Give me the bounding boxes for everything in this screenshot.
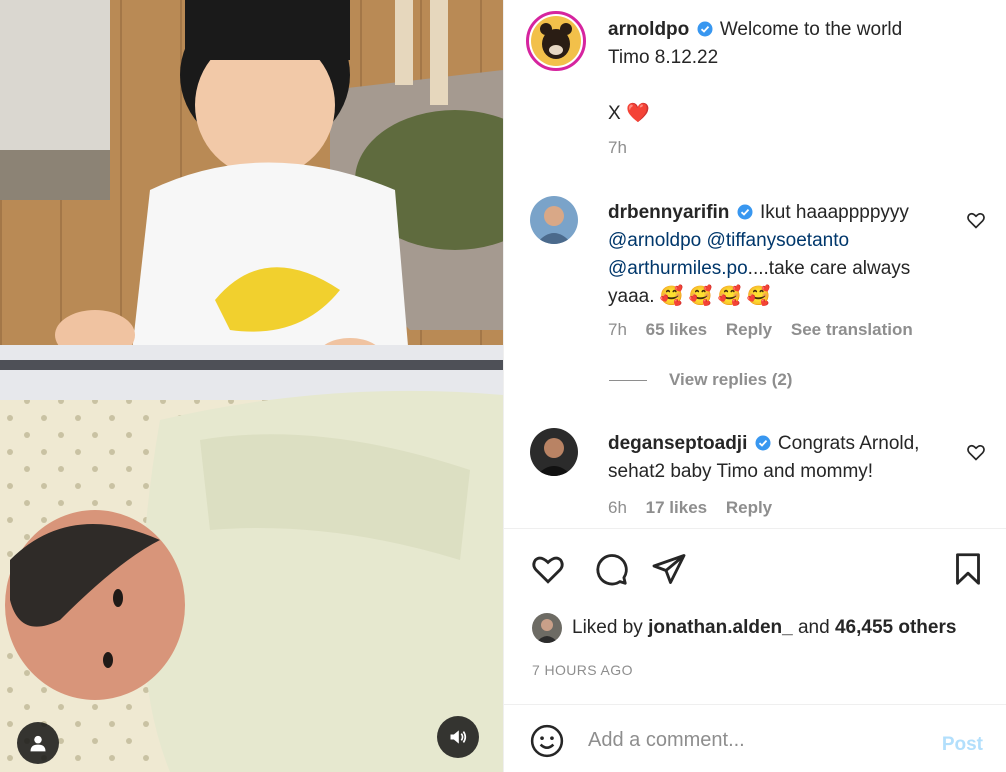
person-avatar-icon <box>530 428 578 476</box>
liker-avatar[interactable] <box>532 613 562 643</box>
comment-composer: Post <box>504 704 1006 772</box>
sound-toggle-button[interactable] <box>437 716 479 758</box>
caption-line2: Timo 8.12.22 <box>608 47 719 68</box>
reply-button[interactable]: Reply <box>726 498 772 517</box>
comment-item: deganseptoadji Congrats Arnold, sehat2 b… <box>530 428 990 528</box>
author-username[interactable]: arnoldpo <box>608 19 689 40</box>
comment-intro: Ikut haaappppyyy <box>759 202 909 223</box>
person-avatar-icon <box>532 613 562 643</box>
person-avatar-icon <box>530 196 578 244</box>
emoji-icon[interactable] <box>530 724 564 758</box>
verified-badge-icon <box>737 204 753 220</box>
liked-by-and: and <box>797 617 830 638</box>
caption-line3: X <box>608 103 621 124</box>
comment-end: yaaa. 🥰 🥰 🥰 🥰 <box>608 286 771 307</box>
verified-badge-icon <box>697 21 713 37</box>
mention-link[interactable]: @tiffanysoetanto <box>707 230 850 251</box>
comment-likes-count[interactable]: 65 likes <box>646 320 707 339</box>
comment-text: drbennyarifin Ikut haaappppyyy @arnoldpo… <box>608 199 958 311</box>
caption-meta: 7h <box>608 138 641 158</box>
post-actions: Liked by jonathan.alden_ and 46,455 othe… <box>504 528 1006 704</box>
liked-by-prefix: Liked by <box>572 617 643 638</box>
comment-outro: ....take care always <box>747 258 911 279</box>
author-avatar[interactable] <box>526 11 586 71</box>
likes-summary: Liked by jonathan.alden_ and 46,455 othe… <box>532 613 956 643</box>
divider <box>609 379 647 381</box>
comment-meta: 6h 17 likes Reply <box>608 498 786 518</box>
speaker-icon <box>450 730 467 744</box>
post-photo <box>0 0 503 772</box>
post-media[interactable] <box>0 0 503 772</box>
like-comment-heart-icon[interactable] <box>966 210 986 230</box>
view-replies-button[interactable]: View replies (2) <box>609 370 792 390</box>
user-tag-icon <box>30 735 46 752</box>
caption-time: 7h <box>608 138 627 157</box>
commenter-avatar[interactable] <box>530 428 578 476</box>
mention-link[interactable]: @arthurmiles.po <box>608 258 748 279</box>
caption-line1: Welcome to the world <box>719 19 903 40</box>
bear-avatar-icon <box>531 16 581 66</box>
heart-icon[interactable] <box>530 551 566 587</box>
comment-meta: 7h 65 likes Reply See translation <box>608 320 927 340</box>
like-comment-heart-icon[interactable] <box>966 442 986 462</box>
comment-input[interactable] <box>588 723 908 757</box>
caption-text: arnoldpo Welcome to the world Timo 8.12.… <box>608 16 958 128</box>
post-timestamp[interactable]: 7 HOURS AGO <box>532 662 633 678</box>
comment-line1: Congrats Arnold, <box>777 433 920 454</box>
verified-badge-icon <box>755 435 771 451</box>
share-icon[interactable] <box>651 551 687 587</box>
caption-heart-emoji: ❤️ <box>625 103 650 124</box>
post-comment-button[interactable]: Post <box>942 734 983 756</box>
comment-time: 7h <box>608 320 627 339</box>
tagged-users-button[interactable] <box>17 722 59 764</box>
mention-link[interactable]: @arnoldpo <box>608 230 701 251</box>
comment-line2: sehat2 baby Timo and mommy! <box>608 461 874 482</box>
view-replies-label: View replies (2) <box>669 370 793 389</box>
liker-username[interactable]: jonathan.alden_ <box>648 617 793 639</box>
post-caption: arnoldpo Welcome to the world Timo 8.12.… <box>526 11 990 163</box>
post-view: arnoldpo Welcome to the world Timo 8.12.… <box>0 0 1006 772</box>
bookmark-icon[interactable] <box>950 551 986 587</box>
commenter-avatar[interactable] <box>530 196 578 244</box>
see-translation-button[interactable]: See translation <box>791 320 913 339</box>
commenter-username[interactable]: drbennyarifin <box>608 202 729 223</box>
comments-list: arnoldpo Welcome to the world Timo 8.12.… <box>504 0 1006 528</box>
others-likes-link[interactable]: 46,455 others <box>835 617 956 639</box>
comment-icon[interactable] <box>593 551 629 587</box>
comment-likes-count[interactable]: 17 likes <box>646 498 707 517</box>
reply-button[interactable]: Reply <box>726 320 772 339</box>
comment-time: 6h <box>608 498 627 517</box>
post-details-panel: arnoldpo Welcome to the world Timo 8.12.… <box>503 0 1006 772</box>
comment-item: drbennyarifin Ikut haaappppyyy @arnoldpo… <box>530 196 990 346</box>
commenter-username[interactable]: deganseptoadji <box>608 433 747 454</box>
comment-text: deganseptoadji Congrats Arnold, sehat2 b… <box>608 430 958 486</box>
